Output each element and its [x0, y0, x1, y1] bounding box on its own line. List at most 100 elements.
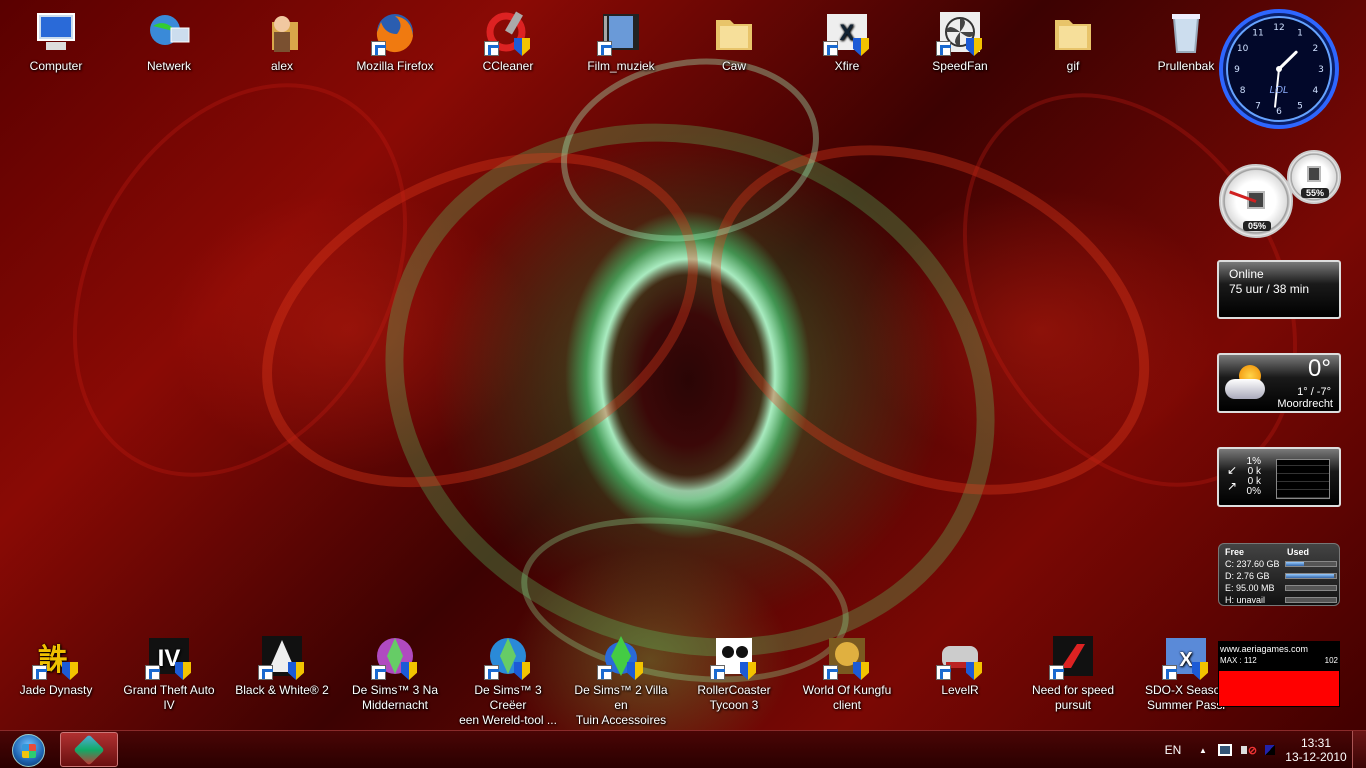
- desktop-icon-label: Need for speed: [1031, 683, 1115, 697]
- show-hidden-icons-button[interactable]: ▲: [1196, 731, 1210, 768]
- svg-text:11: 11: [1252, 29, 1263, 39]
- computer-icon: [32, 8, 80, 56]
- desktop-icon-label: Tuin Accessoires: [575, 713, 667, 727]
- shortcut-arrow-icon: [32, 665, 47, 680]
- online-title: Online: [1229, 267, 1264, 281]
- volume-muted-icon[interactable]: ⊘: [1240, 731, 1258, 768]
- desktop-icon-label: Computer: [29, 59, 83, 73]
- show-desktop-button[interactable]: [1352, 731, 1366, 768]
- desktop-icon-network[interactable]: Netwerk: [119, 8, 219, 74]
- network-meter-gadget[interactable]: ↙ ↗ 1% 0 k0 k 0%: [1217, 447, 1341, 507]
- shortcut-arrow-icon: [823, 41, 838, 56]
- desktop-icon-ccleaner[interactable]: CCleaner: [458, 8, 558, 74]
- drive-usage-bar: [1285, 573, 1337, 579]
- ping-max: MAX : 112: [1220, 656, 1257, 665]
- ccleaner-icon: [484, 8, 532, 56]
- recycle-bin-icon: [1162, 8, 1210, 56]
- desktop-icon-label: client: [832, 698, 861, 712]
- drive-row: C: 237.60 GB: [1225, 558, 1337, 570]
- clock-gadget[interactable]: 1 2 3 4 5 6 7 8 9 10 11 12 LOL: [1219, 9, 1339, 129]
- desktop-icon-label: CCleaner: [482, 59, 534, 73]
- desktop-icon-folder[interactable]: gif: [1023, 8, 1123, 74]
- shortcut-arrow-icon: [371, 665, 386, 680]
- desktop-icon-label: LevelR: [941, 683, 979, 697]
- flag-tray-icon[interactable]: [1262, 731, 1278, 768]
- network-icon: [145, 8, 193, 56]
- desktop-icon-kungfu[interactable]: World Of Kungfu client: [797, 632, 897, 713]
- drive-row: H: unavail: [1225, 594, 1337, 606]
- desktop-icon-jade-dynasty[interactable]: 誅 Jade Dynasty: [6, 632, 106, 698]
- ping-site: www.aeriagames.com: [1220, 644, 1309, 654]
- desktop-icon-label: De Sims™ 2 Villa en: [574, 683, 668, 712]
- desktop-icon-speedfan[interactable]: SpeedFan: [910, 8, 1010, 74]
- desktop-icon-user-folder[interactable]: alex: [232, 8, 332, 74]
- desktop-icon-label: De Sims™ 3 Creëer: [474, 683, 542, 712]
- sims3-create-world-icon: [484, 632, 532, 680]
- desktop-icon-sims3-night[interactable]: De Sims™ 3 Na Middernacht: [345, 632, 445, 713]
- shortcut-arrow-icon: [710, 665, 725, 680]
- svg-text:12: 12: [1273, 23, 1284, 33]
- svg-text:7: 7: [1255, 101, 1261, 111]
- download-arrow-icon: ↙: [1227, 463, 1238, 477]
- svg-text:6: 6: [1276, 107, 1282, 117]
- shortcut-arrow-icon: [936, 41, 951, 56]
- shortcut-arrow-icon: [1162, 665, 1177, 680]
- weather-temp: 0°: [1308, 355, 1331, 382]
- svg-text:X: X: [840, 20, 855, 45]
- network-tray-icon[interactable]: [1216, 731, 1234, 768]
- desktop-icon-levelr[interactable]: LevelR: [910, 632, 1010, 698]
- desktop-icon-black-white-2[interactable]: Black & White® 2: [232, 632, 332, 698]
- clock-display[interactable]: 13:31 13-12-2010: [1284, 731, 1348, 768]
- online-time-gadget[interactable]: Online 75 uur / 38 min: [1217, 260, 1341, 319]
- shortcut-arrow-icon: [484, 41, 499, 56]
- desktop-icon-label: SpeedFan: [932, 59, 988, 73]
- desktop-icon-sims2-villa[interactable]: De Sims™ 2 Villa en Tuin Accessoires: [571, 632, 671, 728]
- svg-text:4: 4: [1313, 86, 1319, 96]
- drive-usage-bar: [1285, 561, 1337, 567]
- drive-usage-bar: [1285, 597, 1337, 603]
- drive-label: C: 237.60 GB: [1225, 559, 1280, 569]
- desktop-icon-label: Caw: [721, 59, 746, 73]
- taskbar-app-button[interactable]: [60, 732, 118, 767]
- weather-gadget[interactable]: 0° 1° / -7° Moordrecht: [1217, 353, 1341, 413]
- drive-free-header: Free: [1225, 547, 1245, 557]
- desktop-icon-nfs[interactable]: Need for speed pursuit: [1023, 632, 1123, 713]
- desktop-icon-gta-iv[interactable]: IV Grand Theft Auto IV: [119, 632, 219, 713]
- desktop-icon-sims3-create-world[interactable]: De Sims™ 3 Creëer een Wereld-tool ...: [458, 632, 558, 728]
- svg-text:2: 2: [1313, 44, 1319, 54]
- language-indicator[interactable]: EN: [1162, 731, 1184, 768]
- shortcut-arrow-icon: [936, 665, 951, 680]
- desktop-icon-label: Grand Theft Auto IV: [123, 683, 215, 712]
- speedfan-icon: [936, 8, 984, 56]
- film-icon: [597, 8, 645, 56]
- desktop-icon-firefox[interactable]: Mozilla Firefox: [345, 8, 445, 74]
- desktop-icon-label: De Sims™ 3 Na: [351, 683, 439, 697]
- desktop-icon-computer[interactable]: Computer: [6, 8, 106, 74]
- start-button[interactable]: [4, 733, 54, 767]
- desktop-icon-label: World Of Kungfu: [802, 683, 892, 697]
- desktop-icon-rollercoaster[interactable]: RollerCoaster Tycoon 3: [684, 632, 784, 713]
- firefox-icon: [371, 8, 419, 56]
- cpu-meter-gadget[interactable]: 05% 55%: [1217, 150, 1341, 240]
- taskbar-time: 13:31: [1300, 736, 1332, 750]
- drive-used-header: Used: [1286, 547, 1309, 557]
- system-tray: EN ▲ ⊘ 13:31 13-12-2010: [1156, 731, 1366, 768]
- desktop-icon-label: Netwerk: [146, 59, 191, 73]
- sims3-night-icon: [371, 632, 419, 680]
- drive-row: E: 95.00 MB: [1225, 582, 1337, 594]
- desktop-icon-folder[interactable]: Caw: [684, 8, 784, 74]
- memory-value: 55%: [1301, 188, 1329, 198]
- ping-gadget[interactable]: www.aeriagames.com MAX : 112 102: [1218, 641, 1340, 707]
- sdox-icon: X: [1162, 632, 1210, 680]
- shortcut-arrow-icon: [597, 665, 612, 680]
- upload-arrow-icon: ↗: [1227, 479, 1238, 493]
- desktop-icon-xfire[interactable]: X Xfire: [797, 8, 897, 74]
- svg-text:1: 1: [1297, 29, 1303, 39]
- online-value: 75 uur / 38 min: [1229, 282, 1310, 296]
- desktop-icon-label: Tycoon 3: [709, 698, 759, 712]
- drive-space-gadget[interactable]: Free Used C: 237.60 GB D: 2.76 GB E: 95.00…: [1218, 543, 1340, 606]
- desktop-icon-film[interactable]: Film_muziek: [571, 8, 671, 74]
- desktop-icon-label: gif: [1066, 59, 1080, 73]
- svg-text:9: 9: [1234, 65, 1240, 75]
- svg-text:X: X: [1179, 649, 1193, 671]
